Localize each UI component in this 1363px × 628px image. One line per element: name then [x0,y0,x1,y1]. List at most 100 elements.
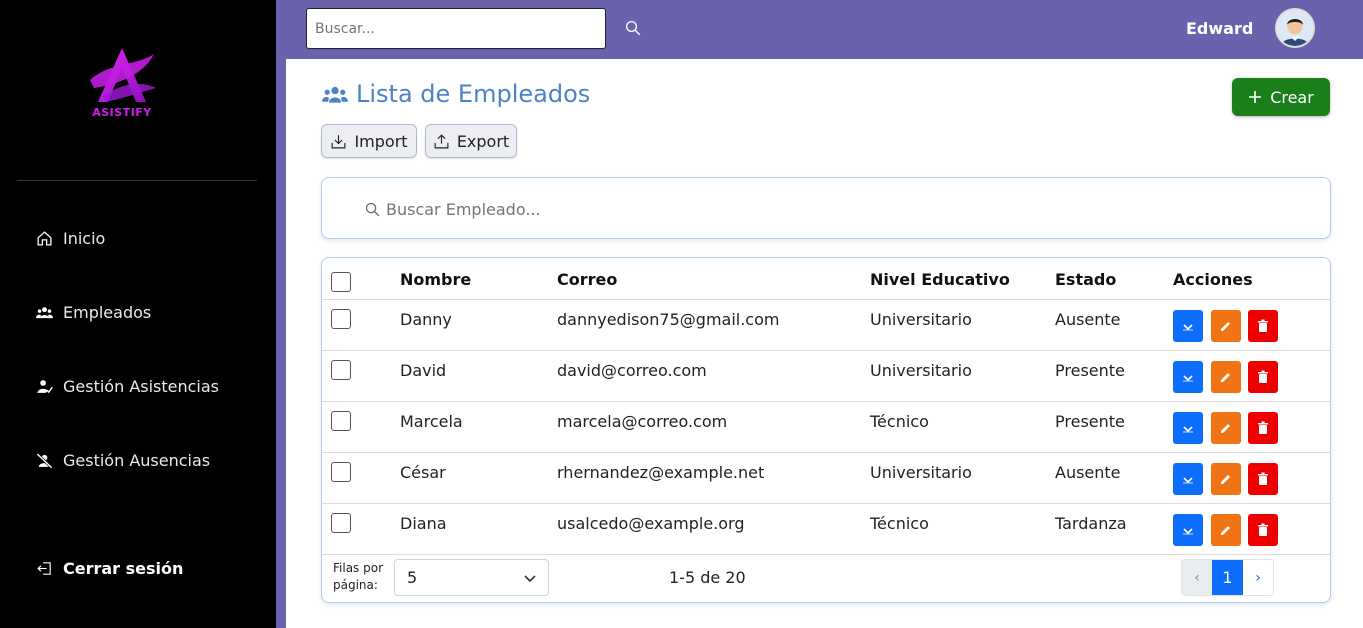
view-icon [1183,324,1193,331]
cell-estado: Ausente [1055,310,1121,329]
top-bar: Edward [286,0,1363,59]
view-icon [1183,528,1193,535]
column-header-correo[interactable]: Correo [557,270,617,289]
delete-button[interactable] [1248,514,1278,546]
cell-nombre: David [400,361,447,380]
sidebar-item-empleados[interactable]: Empleados [36,303,151,322]
cell-nombre: Danny [400,310,452,329]
view-button[interactable] [1173,463,1203,495]
table-row: David david@correo.com Universitario Presen… [322,351,1330,402]
home-icon [37,231,52,246]
edit-button[interactable] [1211,514,1241,546]
sidebar-item-inicio[interactable]: Inicio [36,229,105,248]
cell-nivel-educativo: Técnico [870,514,929,533]
search-icon [365,202,380,217]
table-row: Marcela marcela@correo.com Técnico Presente [322,402,1330,453]
view-button[interactable] [1173,514,1203,546]
edit-button[interactable] [1211,310,1241,342]
cell-nombre: Marcela [400,412,463,431]
sidebar-item-gestion-ausencias[interactable]: Gestión Ausencias [36,451,210,470]
delete-button[interactable] [1248,361,1278,393]
table-row: César rhernandez@example.net Universitario… [322,453,1330,504]
plus-icon [1249,91,1262,103]
employees-table: Nombre Correo Nivel Educativo Estado Acc… [321,257,1331,603]
user-slash-icon [36,453,53,469]
sidebar-item-label: Gestión Asistencias [63,377,220,396]
pencil-icon [1221,475,1230,484]
logo-mark-icon [90,48,156,102]
sidebar-item-gestion-asistencias[interactable]: Gestión Asistencias [36,377,219,396]
row-checkbox[interactable] [331,411,351,431]
sidebar-item-label: Gestión Ausencias [63,451,211,470]
column-header-estado[interactable]: Estado [1055,270,1116,289]
next-page-button[interactable]: › [1243,560,1273,595]
export-label: Export [456,131,510,151]
table-row: Diana usalcedo@example.org Técnico Tardanza [322,504,1330,555]
table-row: Danny dannyedison75@gmail.com Universitari… [322,300,1330,351]
cell-nombre: Diana [400,514,447,533]
cell-nivel-educativo: Universitario [870,463,972,482]
edit-button[interactable] [1211,412,1241,444]
pagination-range: 1-5 de 20 [669,568,746,587]
avatar[interactable] [1275,8,1315,48]
edit-button[interactable] [1211,361,1241,393]
logout-button[interactable]: Cerrar sesión [36,559,183,578]
pencil-icon [1221,424,1230,433]
previous-page-button[interactable]: ‹ [1182,560,1212,595]
row-checkbox[interactable] [331,513,351,533]
create-button[interactable]: Crear [1232,78,1330,116]
sidebar-divider [17,180,257,181]
trash-icon [1258,523,1268,536]
search-icon[interactable] [624,19,642,37]
import-icon [331,134,346,148]
chevron-down-icon [524,575,536,583]
cell-nivel-educativo: Universitario [870,361,972,380]
import-button[interactable]: Import [321,124,417,158]
delete-button[interactable] [1248,463,1278,495]
delete-button[interactable] [1248,412,1278,444]
users-group-icon [322,86,348,103]
employee-search-card [321,177,1331,239]
export-icon [434,133,449,148]
global-search-input[interactable] [306,8,606,49]
create-label: Crear [1270,87,1314,107]
column-header-nombre[interactable]: Nombre [400,270,471,289]
edit-button[interactable] [1211,463,1241,495]
export-button[interactable]: Export [425,124,517,158]
trash-icon [1258,370,1268,383]
rows-per-page-value: 5 [407,568,418,587]
row-checkbox[interactable] [331,360,351,380]
sidebar-accent-stripe [276,0,286,628]
column-header-acciones: Acciones [1173,270,1253,289]
pencil-icon [1221,526,1230,535]
cell-nombre: César [400,463,446,482]
employee-search-input[interactable] [386,194,986,224]
cell-correo: marcela@correo.com [557,412,728,431]
row-checkbox[interactable] [331,462,351,482]
rows-per-page-select[interactable]: 5 [394,559,549,596]
row-checkbox[interactable] [331,309,351,329]
view-button[interactable] [1173,310,1203,342]
page-title-text: Lista de Empleados [356,80,591,108]
cell-estado: Ausente [1055,463,1121,482]
column-header-nivel-educativo[interactable]: Nivel Educativo [870,270,1010,289]
brand-name: ASISTIFY [92,106,152,119]
user-check-icon [37,380,53,394]
view-icon [1183,426,1193,433]
cell-correo: usalcedo@example.org [557,514,745,533]
users-icon [36,307,53,319]
cell-estado: Presente [1055,412,1125,431]
trash-icon [1258,319,1268,332]
cell-estado: Tardanza [1055,514,1127,533]
select-all-checkbox[interactable] [331,272,351,292]
asistify-logo[interactable]: ASISTIFY [84,44,160,124]
view-button[interactable] [1173,412,1203,444]
rows-per-page-label: Filas por página: [333,561,384,592]
view-button[interactable] [1173,361,1203,393]
import-label: Import [354,131,408,151]
sidebar: ASISTIFY Inicio Empleados Gestión Asiste… [0,0,276,628]
page-button-current[interactable]: 1 [1212,560,1243,595]
cell-correo: dannyedison75@gmail.com [557,310,780,329]
delete-button[interactable] [1248,310,1278,342]
trash-icon [1258,421,1268,434]
